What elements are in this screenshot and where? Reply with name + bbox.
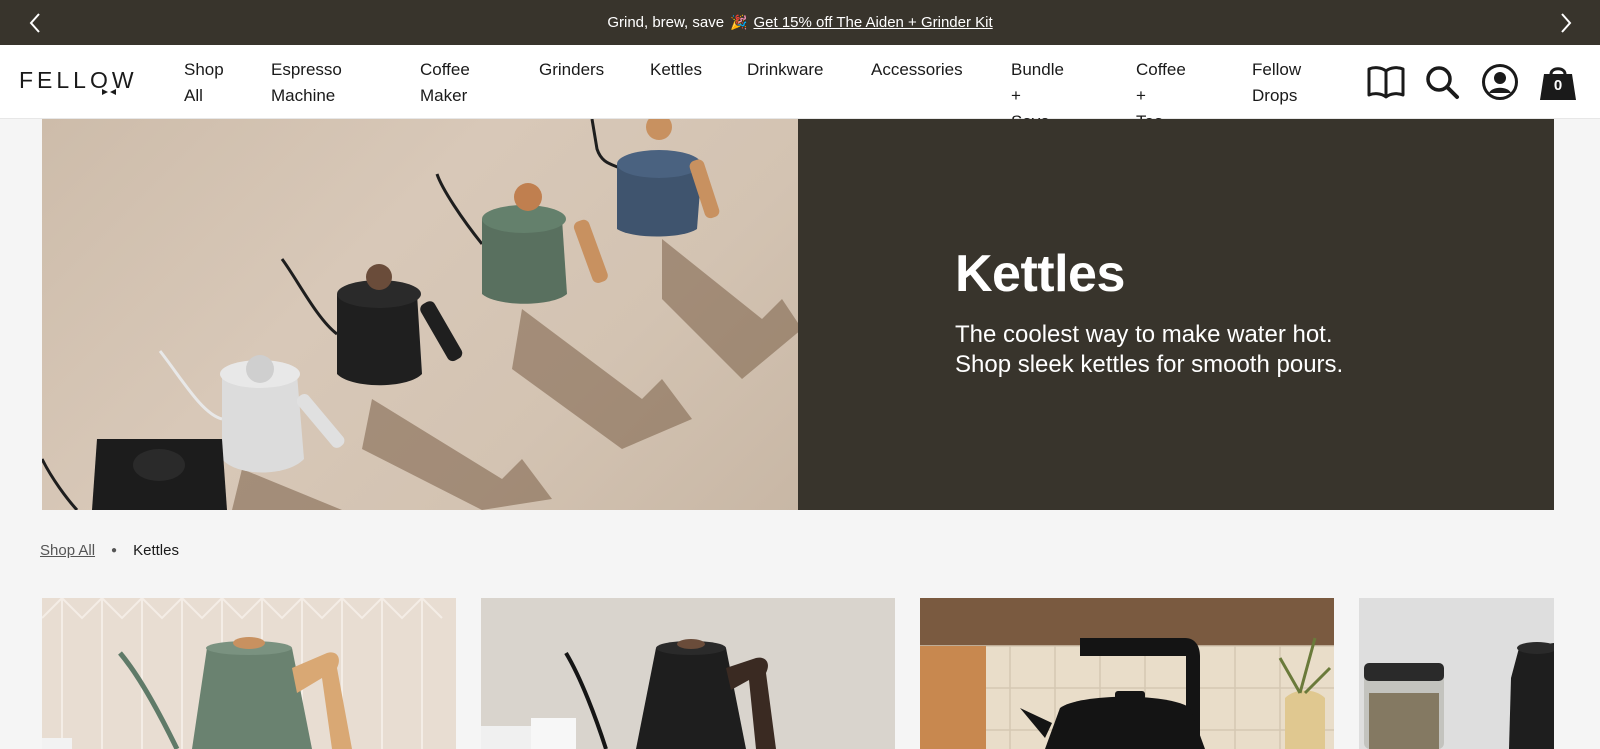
hero-image: [42, 119, 798, 510]
nav-label: Accessories: [871, 60, 963, 79]
site-header: FELLOW Shop All Espresso Machine Coffee …: [0, 45, 1600, 131]
nav-grinders[interactable]: Grinders: [539, 57, 604, 83]
cart-count: 0: [1553, 77, 1563, 94]
hero-banner: Kettles The coolest way to make water ho…: [42, 119, 1554, 510]
breadcrumb-shop-all[interactable]: Shop All: [40, 542, 95, 559]
nav-label: Coffee: [420, 60, 470, 79]
product-image: [1359, 598, 1554, 749]
nav-fellow-drops[interactable]: Fellow Drops: [1252, 57, 1301, 109]
announcement-message: Grind, brew, save 🎉 Get 15% off The Aide…: [607, 14, 992, 31]
nav-label: Drops: [1252, 86, 1298, 105]
book-icon[interactable]: [1366, 62, 1406, 102]
account-icon[interactable]: [1480, 62, 1520, 102]
announcement-text: Grind, brew, save: [607, 14, 725, 31]
hero-text-panel: Kettles The coolest way to make water ho…: [798, 119, 1554, 510]
product-card[interactable]: [42, 598, 456, 749]
nav-label: Espresso: [271, 60, 342, 79]
announcement-bar: Grind, brew, save 🎉 Get 15% off The Aide…: [0, 0, 1600, 45]
cart-icon[interactable]: 0: [1538, 62, 1578, 102]
bow-tie-icon: [102, 89, 116, 95]
nav-coffee-maker[interactable]: Coffee Maker: [420, 57, 470, 109]
hero-subtitle: The coolest way to make water hot. Shop …: [955, 320, 1475, 380]
nav-label: Fellow: [1252, 60, 1302, 79]
party-popper-icon: 🎉: [730, 14, 748, 30]
breadcrumb: Shop All ● Kettles: [40, 540, 179, 560]
product-image: [481, 598, 895, 749]
nav-label: Maker: [420, 86, 468, 105]
nav-label: Grinders: [539, 60, 605, 79]
product-card[interactable]: [481, 598, 895, 749]
hero-subtitle-line: Shop sleek kettles for smooth pours.: [955, 351, 1344, 378]
breadcrumb-current: Kettles: [133, 541, 179, 559]
nav-label: Drinkware: [747, 60, 824, 79]
nav-label: Coffee +: [1136, 60, 1186, 105]
nav-label: Machine: [271, 86, 336, 105]
nav-accessories[interactable]: Accessories: [871, 57, 963, 83]
logo-text: FELLOW: [19, 67, 138, 93]
nav-espresso-machine[interactable]: Espresso Machine: [271, 57, 342, 109]
nav-label: Shop: [184, 60, 224, 79]
announcement-link[interactable]: Get 15% off The Aiden + Grinder Kit: [753, 14, 992, 31]
hero-title: Kettles: [955, 245, 1125, 303]
nav-label: Kettles: [650, 60, 702, 79]
product-card[interactable]: [920, 598, 1334, 749]
product-image: [920, 598, 1334, 749]
nav-label: Bundle +: [1011, 60, 1064, 105]
chevron-left-icon[interactable]: [12, 0, 57, 45]
nav-kettles[interactable]: Kettles: [650, 57, 702, 83]
nav-drinkware[interactable]: Drinkware: [747, 57, 824, 83]
product-card[interactable]: [1359, 598, 1554, 749]
product-image: [42, 598, 456, 749]
breadcrumb-separator: ●: [111, 544, 118, 556]
nav-shop-all[interactable]: Shop All: [184, 57, 224, 109]
nav-label: All: [184, 86, 203, 105]
chevron-right-icon[interactable]: [1543, 0, 1588, 45]
hero-subtitle-line: The coolest way to make water hot.: [955, 321, 1333, 348]
fellow-logo[interactable]: FELLOW: [19, 67, 138, 97]
search-icon[interactable]: [1422, 62, 1462, 102]
